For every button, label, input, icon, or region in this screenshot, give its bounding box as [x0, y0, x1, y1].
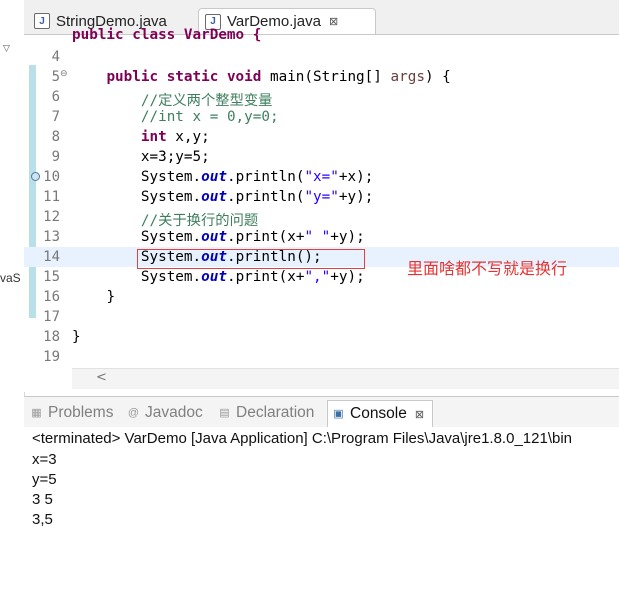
line-number: 14: [43, 249, 60, 265]
tab-console[interactable]: ▣ Console ⊠: [327, 400, 434, 427]
tab-label: Declaration: [236, 404, 315, 421]
tab-label: Problems: [48, 404, 114, 421]
console-line: 3,5: [32, 511, 53, 528]
line-number: 11: [43, 189, 60, 205]
console-line: 3 5: [32, 491, 53, 508]
line-number: 9: [51, 149, 60, 165]
code-line: 12 //关于换行的问题: [24, 207, 619, 229]
code-text: public static void main(String[] args) {: [106, 69, 451, 85]
line-number: 17: [43, 309, 60, 325]
code-text: System.out.println("y="+y);: [140, 189, 374, 205]
code-text: System.out.print(x+","+y);: [140, 269, 365, 285]
line-number: 16: [43, 289, 60, 305]
code-line-partial: public class VarDemo {: [24, 25, 619, 45]
code-line: 16 }: [24, 287, 619, 307]
code-text: }: [106, 289, 116, 305]
fold-toggle-icon[interactable]: ⊖: [60, 69, 68, 79]
chevron-down-icon[interactable]: ▽: [3, 44, 10, 54]
code-line: 19: [24, 347, 619, 367]
code-line: 7 //int x = 0,y=0;: [24, 107, 619, 127]
console-line: x=3: [32, 451, 57, 468]
code-line: 10 System.out.println("x="+x);: [24, 167, 619, 187]
line-number: 10: [43, 169, 60, 185]
horizontal-scrollbar[interactable]: <: [72, 368, 619, 389]
explorer-fragment-text: vaS: [0, 271, 21, 285]
code-line: 6 //定义两个整型变量: [24, 87, 619, 109]
line-number: 13: [43, 229, 60, 245]
code-text: System.out.print(x+" "+y);: [140, 229, 365, 245]
code-line: 8 int x,y;: [24, 127, 619, 147]
code-text: }: [72, 329, 81, 345]
code-text: public class VarDemo {: [72, 27, 262, 43]
line-number: 12: [43, 209, 60, 225]
line-number: 4: [51, 49, 60, 65]
problems-icon: ▦: [31, 406, 42, 419]
declaration-icon: ▤: [219, 406, 230, 419]
code-line: 9 x=3;y=5;: [24, 147, 619, 167]
view-tab-bar: ▦ Problems @ Javadoc ▤ Declaration ▣ Con…: [24, 396, 619, 428]
tab-problems[interactable]: ▦ Problems: [30, 402, 113, 424]
line-number: 5: [51, 69, 60, 85]
code-line: 5 ⊖ public static void main(String[] arg…: [24, 67, 619, 87]
code-text: x=3;y=5;: [140, 149, 210, 165]
console-status-line: <terminated> VarDemo [Java Application] …: [32, 430, 572, 447]
code-line: 4: [24, 47, 619, 67]
annotation-text: 里面啥都不写就是换行: [407, 259, 568, 278]
code-line: 11 System.out.println("y="+y);: [24, 187, 619, 207]
line-number: 6: [51, 89, 60, 105]
line-number: 19: [43, 349, 60, 365]
tab-label: Javadoc: [145, 404, 203, 421]
code-text: //int x = 0,y=0;: [140, 109, 279, 125]
tab-label: Console: [350, 405, 407, 422]
close-icon[interactable]: ⊠: [415, 408, 424, 421]
code-text: System.out.println("x="+x);: [140, 169, 374, 185]
code-line: 17: [24, 307, 619, 327]
line-number: 15: [43, 269, 60, 285]
code-line: 18 }: [24, 327, 619, 347]
console-line: y=5: [32, 471, 57, 488]
tab-javadoc[interactable]: @ Javadoc: [127, 402, 203, 424]
annotation-highlight-box: [137, 249, 365, 269]
code-text: int x,y;: [140, 129, 210, 145]
javadoc-icon: @: [127, 406, 140, 419]
line-number: 7: [51, 109, 60, 125]
package-explorer-strip: ▽ vaS: [0, 0, 25, 596]
console-icon: ▣: [333, 407, 344, 420]
line-number: 18: [43, 329, 60, 345]
console-output[interactable]: <terminated> VarDemo [Java Application] …: [24, 427, 619, 596]
scroll-left-icon[interactable]: <: [96, 370, 107, 385]
code-editor[interactable]: public class VarDemo { 4 5 ⊖ public stat…: [24, 27, 619, 392]
tab-declaration[interactable]: ▤ Declaration: [218, 402, 314, 424]
line-number: 8: [51, 129, 60, 145]
code-line: 13 System.out.print(x+" "+y);: [24, 227, 619, 247]
